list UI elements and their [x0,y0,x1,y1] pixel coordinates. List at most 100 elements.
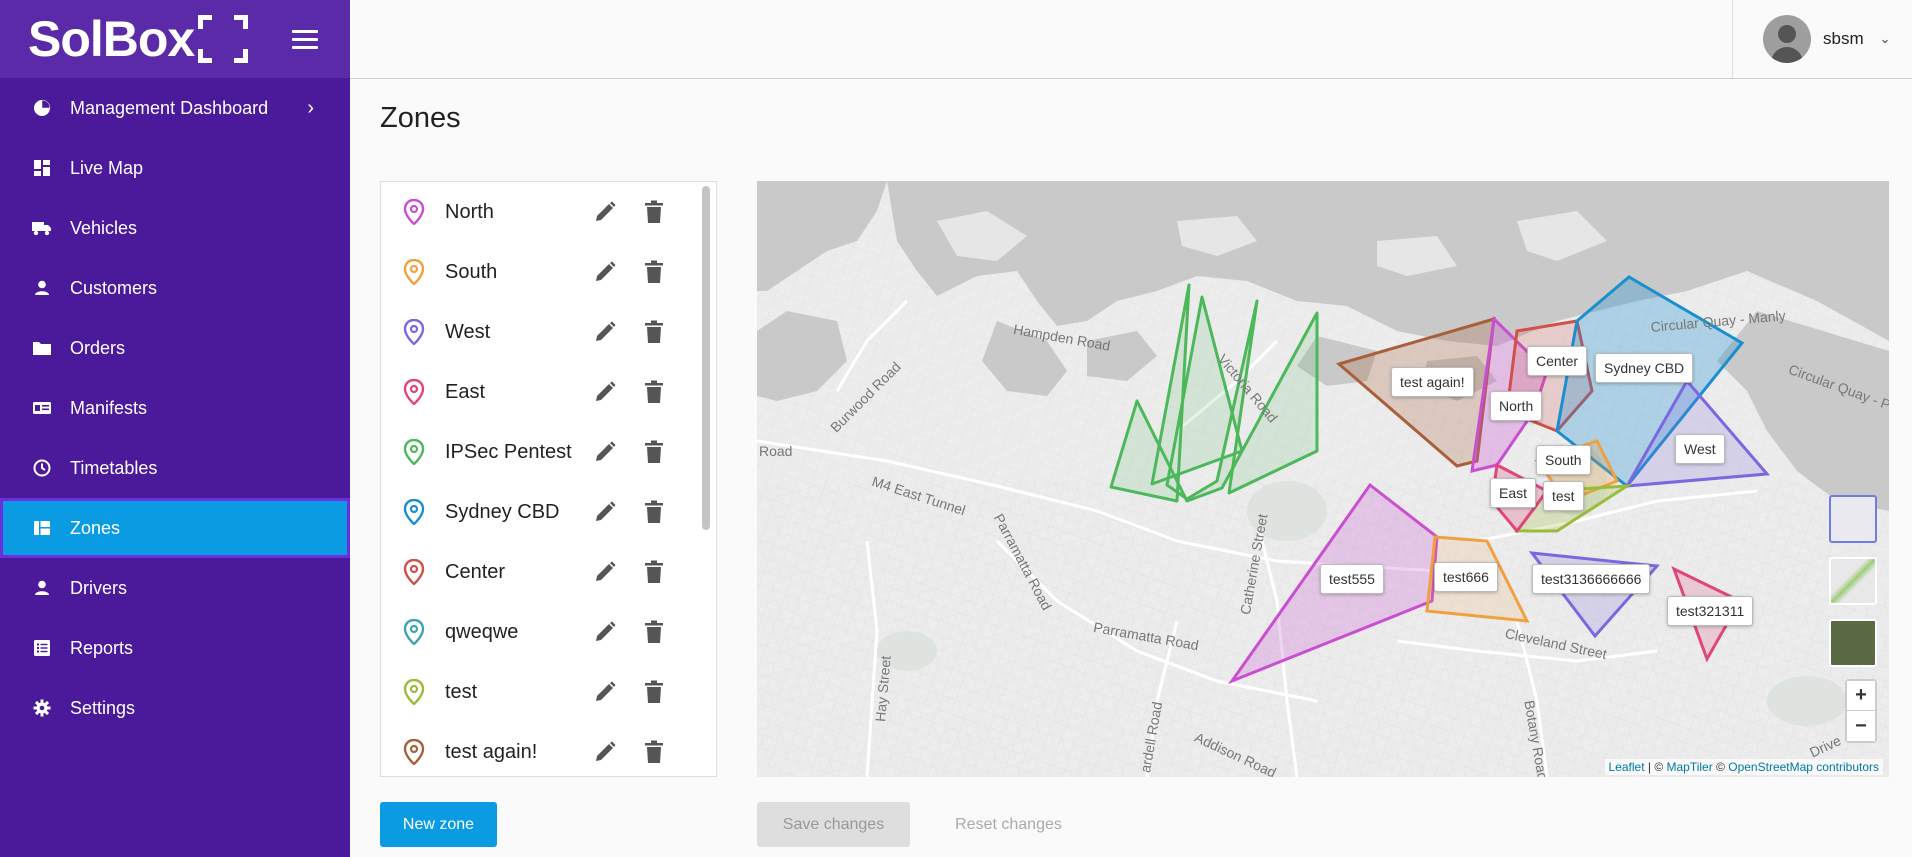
pencil-icon[interactable] [594,621,616,643]
trash-icon[interactable] [645,500,663,524]
id-card-icon [32,398,52,418]
pencil-icon[interactable] [594,321,616,343]
zoom-out-button[interactable]: − [1847,711,1875,741]
map-zone-label-center[interactable]: Center [1527,346,1588,376]
zone-list-item[interactable]: Sydney CBD [381,482,716,542]
pencil-icon[interactable] [594,681,616,703]
map-zone-label-east[interactable]: East [1490,478,1537,508]
osm-link[interactable]: OpenStreetMap contributors [1728,760,1879,774]
zone-list-item[interactable]: test [381,662,716,722]
map-zone-label-south[interactable]: South [1536,445,1591,475]
sidebar-item-label: Customers [70,277,158,298]
zoom-in-button[interactable]: + [1847,681,1875,711]
pencil-icon[interactable] [594,741,616,763]
map-pin-icon [403,319,425,345]
zone-name: IPSec Pentest [445,440,572,463]
zone-list-item[interactable]: East [381,362,716,422]
sidebar-item-drivers[interactable]: Drivers [0,558,350,618]
map-zone-label-test3136666666[interactable]: test3136666666 [1532,564,1651,594]
zone-name: South [445,260,498,283]
layer-satellite-button[interactable] [1829,619,1877,667]
zone-list-item[interactable]: West [381,302,716,362]
sidebar-item-live-map[interactable]: Live Map [0,138,350,198]
person-icon [32,278,52,298]
sidebar-nav: Management Dashboard › Live Map Vehicles… [0,78,350,738]
zone-list-item[interactable]: IPSec Pentest [381,422,716,482]
page-title: Zones [380,102,461,134]
username: sbsm [1823,29,1864,48]
map-zone-label-test[interactable]: test [1543,481,1584,511]
map-pin-icon [403,499,425,525]
person-icon [32,578,52,598]
sidebar-item-timetables[interactable]: Timetables [0,438,350,498]
save-changes-button[interactable]: Save changes [757,802,910,847]
map-zone-label-test-again[interactable]: test again! [1391,367,1474,397]
leaflet-link[interactable]: Leaflet [1609,760,1645,774]
pencil-icon[interactable] [594,261,616,283]
map-zone-label-test321311[interactable]: test321311 [1667,596,1754,626]
sidebar-item-vehicles[interactable]: Vehicles [0,198,350,258]
zone-name: East [445,380,486,403]
pencil-icon[interactable] [594,201,616,223]
trash-icon[interactable] [645,440,663,464]
zone-list: North South West East IPSec Pentest Sydney CB… [380,181,717,777]
map-grid-icon [32,518,52,538]
sidebar-item-zones[interactable]: Zones [0,498,350,558]
trash-icon[interactable] [645,620,663,644]
trash-icon[interactable] [645,380,663,404]
menu-toggle-icon[interactable] [292,30,318,50]
map-zone-label-test555[interactable]: test555 [1320,564,1384,594]
sidebar-item-settings[interactable]: Settings [0,678,350,738]
folder-icon [32,338,52,358]
zone-list-item[interactable]: Center [381,542,716,602]
pencil-icon[interactable] [594,501,616,523]
user-menu[interactable]: sbsm ⌄ [1732,0,1912,78]
sidebar-item-label: Vehicles [70,217,138,238]
sidebar-item-label: Orders [70,337,126,358]
map-zone-label-west[interactable]: West [1675,434,1725,464]
map-pin-icon [403,199,425,225]
reset-changes-button[interactable]: Reset changes [932,802,1085,847]
zone-name: West [445,320,491,343]
trash-icon[interactable] [645,560,663,584]
sidebar-item-label: Manifests [70,397,148,418]
trash-icon[interactable] [645,740,663,764]
pencil-icon[interactable] [594,561,616,583]
new-zone-button[interactable]: New zone [380,802,497,847]
sidebar-item-reports[interactable]: Reports [0,618,350,678]
sidebar-item-label: Live Map [70,157,144,178]
zoom-control: + − [1845,679,1877,743]
trash-icon[interactable] [645,260,663,284]
sidebar-header: SolBox [0,0,350,78]
layer-light-button[interactable] [1829,495,1877,543]
zone-list-item[interactable]: test again! [381,722,716,776]
sidebar-item-customers[interactable]: Customers [0,258,350,318]
trash-icon[interactable] [645,200,663,224]
zone-list-item[interactable]: North [381,182,716,242]
zone-list-item[interactable]: qweqwe [381,602,716,662]
zone-name: test [445,680,478,703]
zones-map[interactable]: Hampden Road Burwood Road Victoria Road … [757,181,1889,777]
map-zone-label-north[interactable]: North [1490,391,1543,421]
sidebar-item-manifests[interactable]: Manifests [0,378,350,438]
zone-name: Center [445,560,506,583]
chevron-right-icon: › [307,96,314,119]
sidebar-item-orders[interactable]: Orders [0,318,350,378]
chevron-down-icon: ⌄ [1879,31,1891,46]
maptiler-link[interactable]: MapTiler [1667,760,1713,774]
map-zone-label-sydney-cbd[interactable]: Sydney CBD [1595,353,1694,383]
zone-list-item[interactable]: South [381,242,716,302]
zone-name: Sydney CBD [445,500,560,523]
trash-icon[interactable] [645,680,663,704]
sidebar-item-label: Reports [70,637,134,658]
map-pin-icon [403,439,425,465]
pencil-icon[interactable] [594,441,616,463]
map-base [757,181,1889,777]
pencil-icon[interactable] [594,381,616,403]
dashboard-icon [32,158,52,178]
sidebar-item-management-dashboard[interactable]: Management Dashboard › [0,78,350,138]
map-zone-label-test666[interactable]: test666 [1434,562,1498,592]
trash-icon[interactable] [645,320,663,344]
truck-icon [32,218,52,238]
layer-streets-button[interactable] [1829,557,1877,605]
